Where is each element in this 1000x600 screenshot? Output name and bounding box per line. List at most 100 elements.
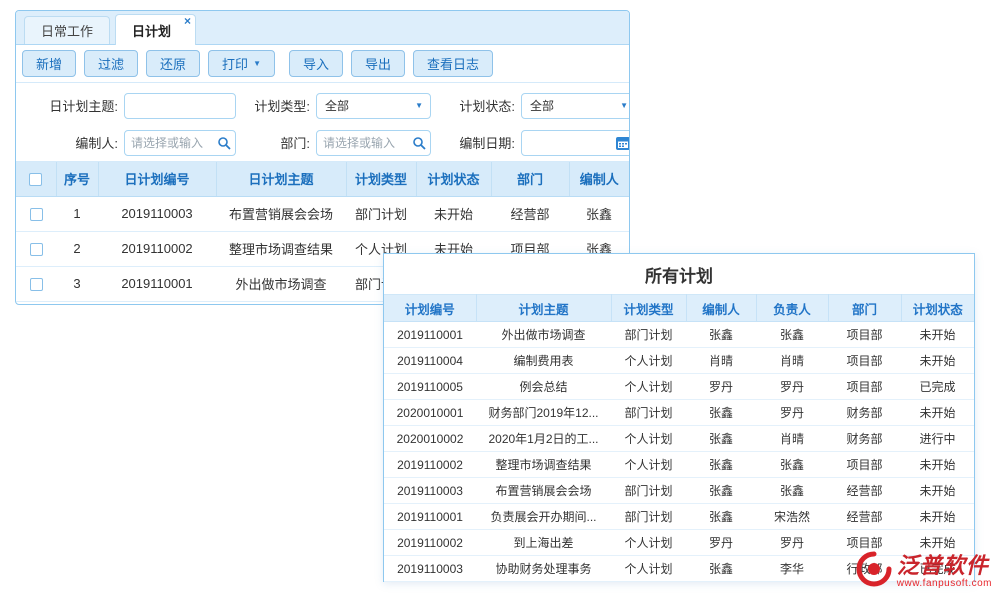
chevron-down-icon: ▼ <box>415 101 423 110</box>
cell-dept: 项目部 <box>828 452 901 478</box>
cell-seq: 1 <box>56 196 98 231</box>
date-input[interactable] <box>521 130 630 156</box>
export-button[interactable]: 导出 <box>351 50 405 77</box>
tab-daily-plan[interactable]: 日计划 × <box>115 14 196 45</box>
cell-status: 未开始 <box>901 400 974 426</box>
brand-url: www.fanpusoft.com <box>897 578 992 589</box>
cell-status: 进行中 <box>901 426 974 452</box>
cell-plan-no: 2019110002 <box>384 452 476 478</box>
search-icon[interactable] <box>412 136 426 150</box>
cell-owner: 李华 <box>756 556 828 582</box>
cell-owner: 罗丹 <box>756 530 828 556</box>
cell-creator: 张鑫 <box>686 452 756 478</box>
chevron-down-icon: ▼ <box>620 101 628 110</box>
type-select[interactable]: 全部 ▼ <box>316 93 431 119</box>
cell-type: 个人计划 <box>611 556 686 582</box>
checkbox-cell <box>16 196 56 231</box>
checkbox-cell <box>16 266 56 301</box>
cell-subject[interactable]: 外出做市场调查 <box>216 266 346 301</box>
cell-status: 未开始 <box>901 452 974 478</box>
col-dept: 部门 <box>828 295 901 322</box>
all-plans-row[interactable]: 2019110001外出做市场调查部门计划张鑫张鑫项目部未开始 <box>384 322 974 348</box>
search-icon[interactable] <box>217 136 231 150</box>
cell-plan-no: 2020010001 <box>384 400 476 426</box>
cell-type: 个人计划 <box>611 348 686 374</box>
cell-type: 部门计划 <box>611 478 686 504</box>
cell-type: 部门计划 <box>611 504 686 530</box>
cell-subject: 2020年1月2日的工... <box>476 426 611 452</box>
col-subject: 日计划主题 <box>216 162 346 196</box>
status-select[interactable]: 全部 ▼ <box>521 93 630 119</box>
all-plans-row[interactable]: 2019110001负责展会开办期间...部门计划张鑫宋浩然经营部未开始 <box>384 504 974 530</box>
cell-subject: 负责展会开办期间... <box>476 504 611 530</box>
cell-type: 个人计划 <box>611 426 686 452</box>
cell-subject: 到上海出差 <box>476 530 611 556</box>
tab-label: 日常工作 <box>41 21 93 40</box>
row-checkbox[interactable] <box>30 278 43 291</box>
all-plans-table-body: 2019110001外出做市场调查部门计划张鑫张鑫项目部未开始201911000… <box>384 322 974 582</box>
tab-bar: 日常工作 日计划 × <box>16 11 629 45</box>
row-checkbox[interactable] <box>30 208 43 221</box>
cell-subject: 外出做市场调查 <box>476 322 611 348</box>
filter-button[interactable]: 过滤 <box>84 50 138 77</box>
cell-type: 部门计划 <box>346 196 416 231</box>
cell-status: 已完成 <box>901 374 974 400</box>
import-button[interactable]: 导入 <box>289 50 343 77</box>
table-header-row: 计划编号 计划主题 计划类型 编制人 负责人 部门 计划状态 <box>384 295 974 322</box>
cell-dept: 经营部 <box>828 478 901 504</box>
tab-daily-work[interactable]: 日常工作 <box>24 16 110 44</box>
cell-plan-no: 2019110003 <box>384 478 476 504</box>
restore-button[interactable]: 还原 <box>146 50 200 77</box>
subject-input[interactable] <box>124 93 236 119</box>
all-plans-row[interactable]: 2019110005例会总结个人计划罗丹罗丹项目部已完成 <box>384 374 974 400</box>
all-plans-row[interactable]: 2020010001财务部门2019年12...部门计划张鑫罗丹财务部未开始 <box>384 400 974 426</box>
daily-plan-row[interactable]: 12019110003布置营销展会会场部门计划未开始经营部张鑫 <box>16 196 629 231</box>
all-plans-row[interactable]: 2019110002整理市场调查结果个人计划张鑫张鑫项目部未开始 <box>384 452 974 478</box>
col-owner: 负责人 <box>756 295 828 322</box>
cell-type: 个人计划 <box>611 374 686 400</box>
col-seq: 序号 <box>56 162 98 196</box>
all-plans-row[interactable]: 2019110003布置营销展会会场部门计划张鑫张鑫经营部未开始 <box>384 478 974 504</box>
cell-creator: 罗丹 <box>686 374 756 400</box>
cell-type: 个人计划 <box>611 452 686 478</box>
row-checkbox[interactable] <box>30 243 43 256</box>
cell-plan-no[interactable]: 2019110003 <box>98 196 216 231</box>
brand-name: 泛普软件 <box>897 554 989 578</box>
filter-row-2: 编制人: 部门: 编制日期: <box>16 124 629 161</box>
cell-type: 部门计划 <box>611 400 686 426</box>
filter-panel: 日计划主题: 计划类型: 全部 ▼ 计划状态: 全部 ▼ 编制人: <box>16 83 629 162</box>
cell-plan-no[interactable]: 2019110002 <box>98 231 216 266</box>
all-plans-row[interactable]: 2019110004编制费用表个人计划肖晴肖晴项目部未开始 <box>384 348 974 374</box>
cell-status: 未开始 <box>416 196 491 231</box>
cell-subject: 财务部门2019年12... <box>476 400 611 426</box>
cell-owner: 宋浩然 <box>756 504 828 530</box>
date-label: 编制日期: <box>449 133 515 152</box>
calendar-icon[interactable] <box>615 135 630 151</box>
cell-creator: 张鑫 <box>686 400 756 426</box>
cell-plan-no[interactable]: 2019110001 <box>98 266 216 301</box>
close-tab-icon[interactable]: × <box>184 15 191 27</box>
tab-label: 日计划 <box>132 21 171 40</box>
view-log-button[interactable]: 查看日志 <box>413 50 493 77</box>
all-plans-row[interactable]: 20200100022020年1月2日的工...个人计划张鑫肖晴财务部进行中 <box>384 426 974 452</box>
type-label: 计划类型: <box>248 96 310 115</box>
select-all-checkbox[interactable] <box>29 173 42 186</box>
cell-plan-no: 2019110004 <box>384 348 476 374</box>
cell-subject[interactable]: 整理市场调查结果 <box>216 231 346 266</box>
subject-label: 日计划主题: <box>34 96 118 115</box>
table-header-row: 序号 日计划编号 日计划主题 计划类型 计划状态 部门 编制人 <box>16 162 629 196</box>
cell-subject: 协助财务处理事务 <box>476 556 611 582</box>
cell-owner: 张鑫 <box>756 478 828 504</box>
fanpu-logo: 泛普软件 www.fanpusoft.com <box>856 551 992 592</box>
cell-seq: 2 <box>56 231 98 266</box>
cell-status: 未开始 <box>901 478 974 504</box>
cell-subject[interactable]: 布置营销展会会场 <box>216 196 346 231</box>
cell-owner: 罗丹 <box>756 400 828 426</box>
cell-plan-no: 2019110002 <box>384 530 476 556</box>
col-plan-no: 计划编号 <box>384 295 476 322</box>
print-button[interactable]: 打印 ▼ <box>208 50 275 77</box>
add-button[interactable]: 新增 <box>22 50 76 77</box>
cell-creator: 张鑫 <box>569 196 629 231</box>
creator-label: 编制人: <box>34 133 118 152</box>
cell-creator: 张鑫 <box>686 478 756 504</box>
